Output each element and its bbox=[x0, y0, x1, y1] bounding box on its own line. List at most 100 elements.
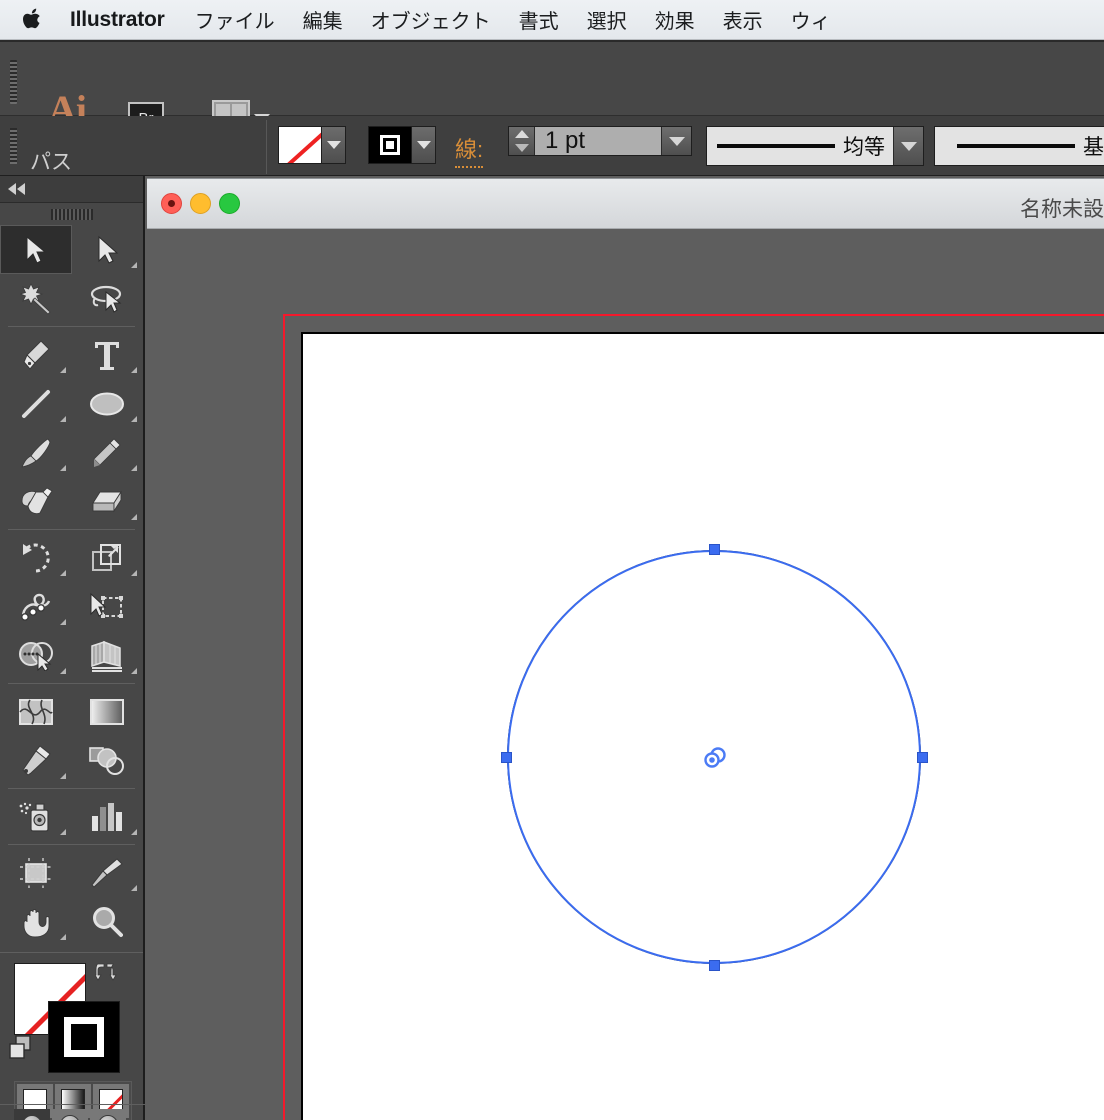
tool-width[interactable] bbox=[0, 582, 72, 631]
illustrator-app-window: Illustrator ファイル 編集 オブジェクト 書式 選択 効果 表示 ウ… bbox=[0, 0, 1104, 1120]
menu-effect[interactable]: 効果 bbox=[655, 5, 695, 34]
stroke-weight-label[interactable]: 線: bbox=[455, 132, 484, 168]
screen-mode-fullscreen-menu-button[interactable] bbox=[52, 1109, 88, 1120]
tool-rotate[interactable] bbox=[0, 533, 72, 582]
tool-symbol-sprayer[interactable] bbox=[0, 792, 72, 841]
anchor-point-icon[interactable] bbox=[917, 752, 928, 763]
tool-type[interactable] bbox=[72, 330, 144, 379]
tool-ellipse[interactable] bbox=[72, 379, 144, 428]
width-tool-icon bbox=[20, 593, 50, 621]
tool-pencil[interactable] bbox=[72, 428, 144, 477]
control-bar-grip-icon[interactable] bbox=[10, 128, 17, 164]
screen-mode-normal-button[interactable] bbox=[14, 1109, 50, 1120]
variable-width-profile-dropdown-button[interactable] bbox=[893, 127, 923, 165]
variable-width-profile-face[interactable]: 均等 bbox=[707, 127, 893, 165]
blend-icon bbox=[89, 746, 125, 775]
macos-menu-bar: Illustrator ファイル 編集 オブジェクト 書式 選択 効果 表示 ウ… bbox=[0, 0, 1104, 40]
brush-preview-line-icon bbox=[957, 144, 1075, 148]
window-traffic-lights bbox=[147, 193, 240, 214]
tool-blend[interactable] bbox=[72, 736, 144, 785]
tool-hand[interactable] bbox=[0, 897, 72, 946]
panel-grip-icon[interactable] bbox=[0, 203, 143, 225]
tool-zoom[interactable] bbox=[72, 897, 144, 946]
triangle-up-icon bbox=[514, 130, 529, 138]
menu-window[interactable]: ウィ bbox=[791, 5, 831, 34]
stroke-weight-increase-button[interactable] bbox=[509, 127, 534, 141]
tool-magic-wand[interactable] bbox=[0, 274, 72, 323]
stroke-swatch[interactable] bbox=[368, 126, 412, 164]
menu-type[interactable]: 書式 bbox=[519, 5, 559, 34]
app-bar-grip-icon[interactable] bbox=[10, 60, 17, 104]
tools-separator bbox=[8, 326, 135, 327]
swap-fill-stroke-icon[interactable] bbox=[94, 961, 117, 983]
tool-gradient[interactable] bbox=[72, 687, 144, 736]
center-point-widget-icon[interactable] bbox=[699, 742, 731, 774]
tools-panel-header bbox=[0, 176, 143, 203]
tool-pen[interactable] bbox=[0, 330, 72, 379]
tool-selection[interactable] bbox=[0, 225, 72, 274]
tool-flyout-indicator-icon bbox=[59, 416, 66, 422]
apple-logo-icon[interactable] bbox=[22, 7, 44, 33]
document-title: 名称未設 bbox=[1020, 198, 1104, 221]
menu-object[interactable]: オブジェクト bbox=[371, 5, 491, 34]
canvas-area[interactable] bbox=[147, 230, 1104, 1120]
close-traffic-light-icon[interactable] bbox=[161, 193, 182, 214]
slice-icon bbox=[91, 857, 124, 888]
menu-select[interactable]: 選択 bbox=[587, 5, 627, 34]
stroke-weight-decrease-button[interactable] bbox=[509, 141, 534, 155]
screen-mode-fullscreen-button[interactable] bbox=[90, 1109, 126, 1120]
tool-flyout-indicator-icon bbox=[59, 619, 66, 625]
variable-width-profile-combo[interactable]: 均等 bbox=[706, 126, 924, 166]
tools-panel bbox=[0, 176, 145, 1120]
symbol-sprayer-icon bbox=[19, 802, 49, 832]
tool-flyout-indicator-icon bbox=[59, 465, 66, 471]
tool-flyout-indicator-icon bbox=[131, 262, 137, 268]
chevron-down-icon bbox=[326, 141, 341, 149]
stroke-weight-dropdown-button[interactable] bbox=[661, 127, 691, 155]
stroke-dropdown-button[interactable] bbox=[412, 126, 436, 164]
ellipse-icon bbox=[90, 392, 125, 415]
tool-free-transform[interactable] bbox=[72, 582, 144, 631]
tool-direct-selection[interactable] bbox=[72, 225, 144, 274]
tool-slice[interactable] bbox=[72, 848, 144, 897]
stroke-black-swatch-icon[interactable] bbox=[48, 1001, 120, 1073]
tool-lasso[interactable] bbox=[72, 274, 144, 323]
tool-paintbrush[interactable] bbox=[0, 428, 72, 477]
stroke-weight-field[interactable]: 1 pt bbox=[508, 126, 692, 156]
document-title-bar[interactable]: 名称未設 bbox=[147, 179, 1104, 229]
stroke-weight-input[interactable]: 1 pt bbox=[535, 127, 661, 155]
double-chevron-left-icon[interactable] bbox=[8, 183, 25, 195]
menu-edit[interactable]: 編集 bbox=[303, 5, 343, 34]
menu-file[interactable]: ファイル bbox=[195, 5, 275, 34]
fill-control[interactable] bbox=[278, 126, 346, 164]
stroke-control[interactable] bbox=[368, 126, 436, 164]
tool-flyout-indicator-icon bbox=[131, 465, 137, 471]
selected-object[interactable] bbox=[501, 544, 928, 971]
fill-swatch[interactable] bbox=[278, 126, 322, 164]
tool-blob-brush[interactable] bbox=[0, 477, 72, 526]
tool-artboard[interactable] bbox=[0, 848, 72, 897]
brush-definition-face[interactable]: 基本 bbox=[935, 127, 1104, 165]
anchor-point-icon[interactable] bbox=[501, 752, 512, 763]
tool-flyout-indicator-icon bbox=[131, 668, 137, 674]
menu-app-name[interactable]: Illustrator bbox=[70, 8, 165, 32]
tool-eyedropper[interactable] bbox=[0, 736, 72, 785]
tool-mesh[interactable] bbox=[0, 687, 72, 736]
anchor-point-icon[interactable] bbox=[709, 960, 720, 971]
tool-line-segment[interactable] bbox=[0, 379, 72, 428]
brush-definition-combo[interactable]: 基本 bbox=[934, 126, 1104, 166]
tool-flyout-indicator-icon bbox=[59, 829, 66, 835]
brush-definition-value: 基本 bbox=[1083, 136, 1104, 159]
tool-shape-builder[interactable] bbox=[0, 631, 72, 680]
anchor-point-icon[interactable] bbox=[709, 544, 720, 555]
menu-view[interactable]: 表示 bbox=[723, 5, 763, 34]
tool-perspective-grid[interactable] bbox=[72, 631, 144, 680]
stroke-weight-stepper[interactable] bbox=[509, 127, 535, 155]
minimize-traffic-light-icon[interactable] bbox=[190, 193, 211, 214]
tool-scale[interactable] bbox=[72, 533, 144, 582]
default-fill-stroke-icon[interactable] bbox=[8, 1035, 34, 1061]
tool-column-graph[interactable] bbox=[72, 792, 144, 841]
tool-eraser[interactable] bbox=[72, 477, 144, 526]
zoom-traffic-light-icon[interactable] bbox=[219, 193, 240, 214]
fill-dropdown-button[interactable] bbox=[322, 126, 346, 164]
